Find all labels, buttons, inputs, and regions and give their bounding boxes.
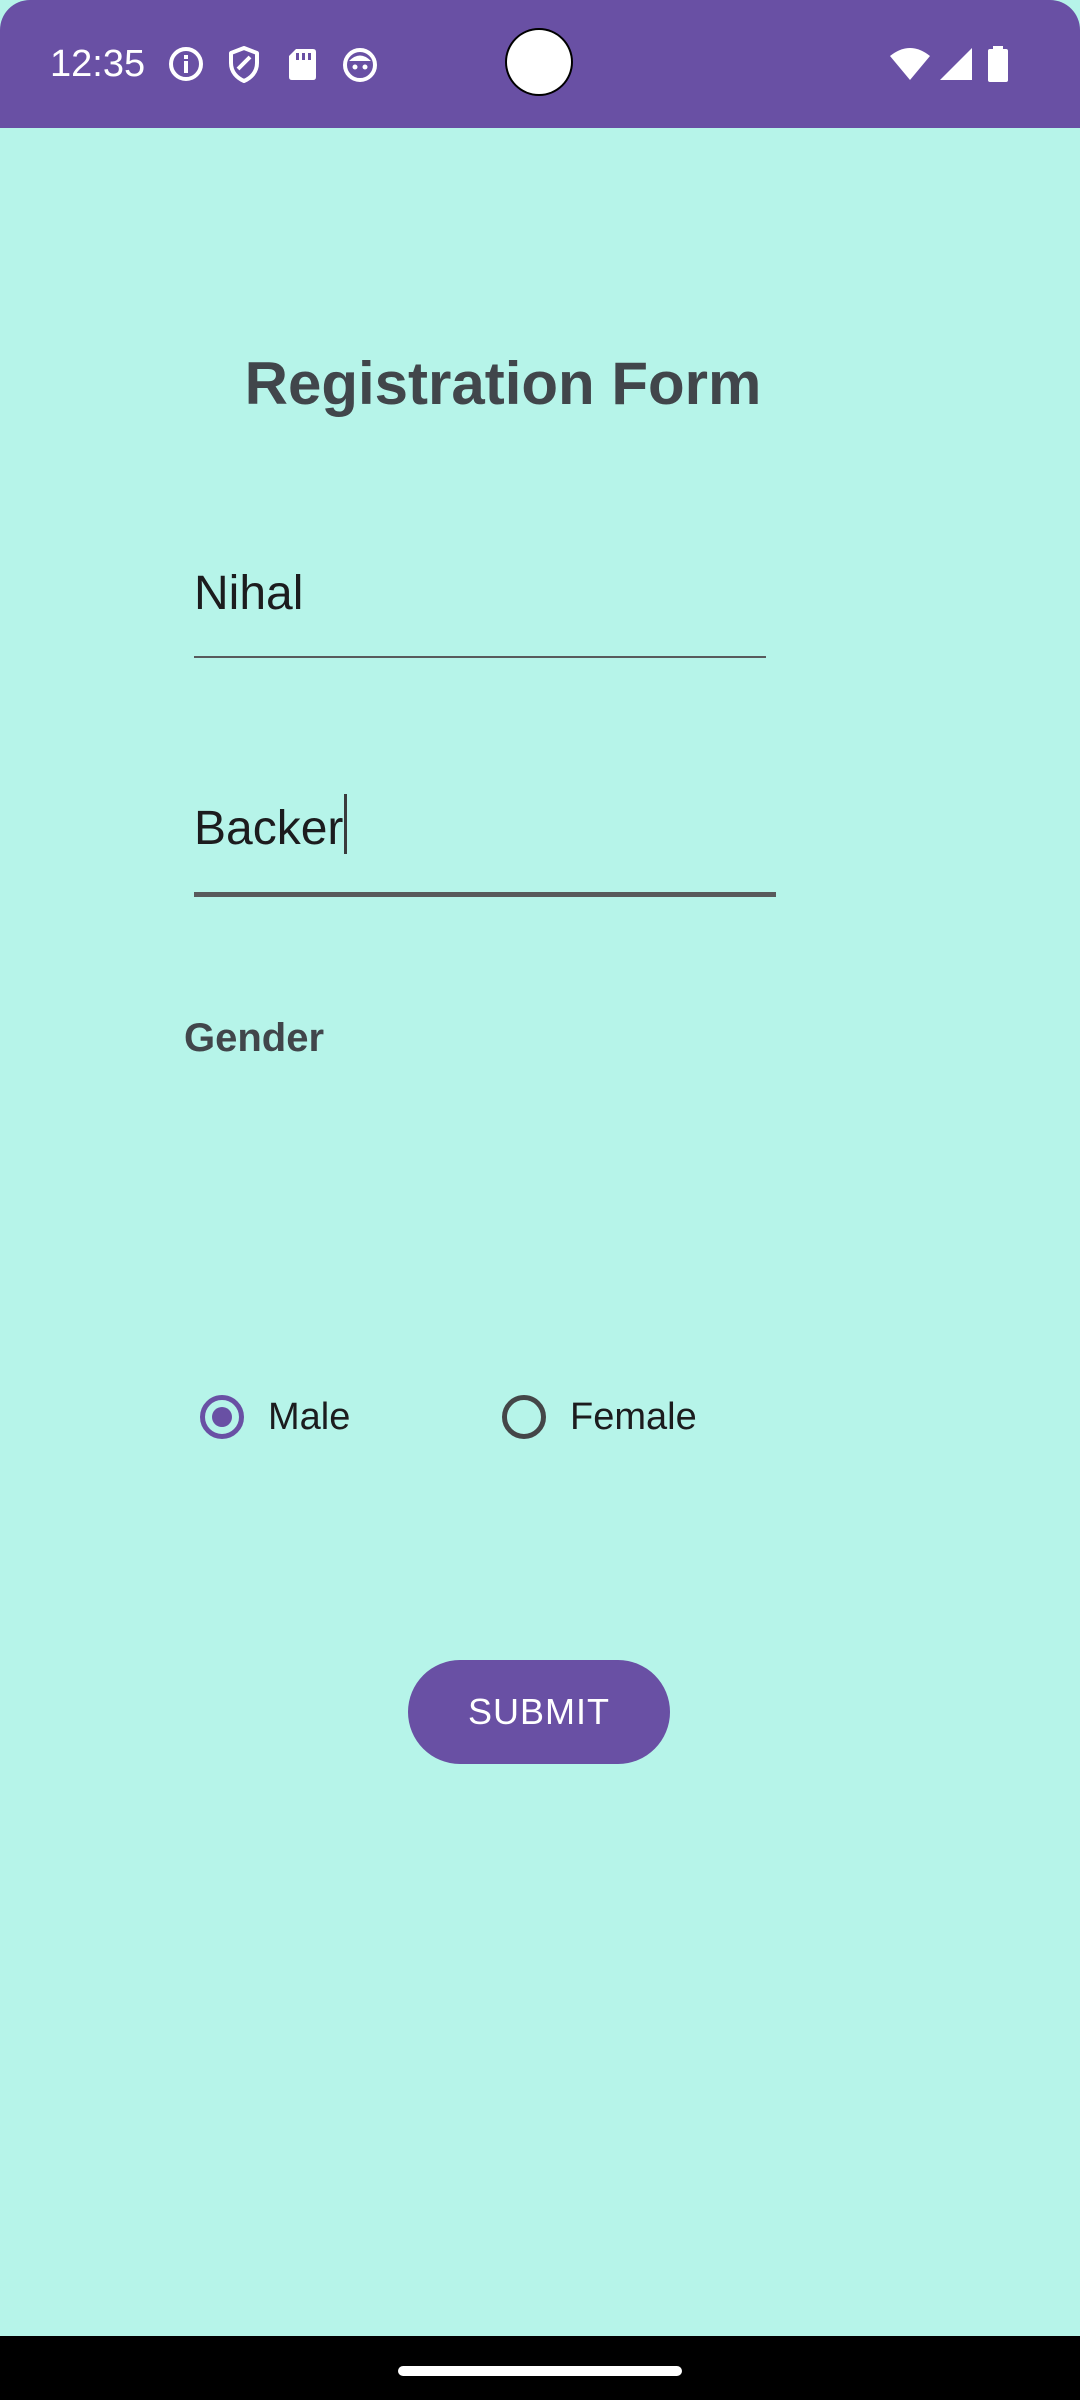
status-bar: 12:35 [0,0,1080,128]
radio-label-female: Female [570,1395,697,1438]
sd-card-icon [289,49,316,80]
submit-button[interactable]: SUBMIT [408,1660,670,1764]
radio-label-male: Male [268,1395,351,1438]
last-name-field[interactable]: Backer [194,794,776,897]
first-name-value: Nihal [194,567,304,620]
radio-button-checked[interactable] [200,1395,244,1439]
last-name-value: Backer [194,802,344,855]
status-time: 12:35 [50,43,146,85]
radio-button-unchecked[interactable] [502,1395,546,1439]
registration-screen: Registration Form Nihal Backer Gender Ma… [0,128,1080,2336]
info-icon [169,47,203,81]
page-title: Registration Form [244,350,762,417]
home-gesture-handle[interactable] [398,2366,682,2376]
radio-female[interactable]: Female [502,1390,697,1444]
radio-male[interactable]: Male [200,1390,350,1444]
cellular-signal-icon [940,48,972,80]
gender-label: Gender [184,1016,325,1060]
shield-icon [229,46,259,83]
text-cursor [344,794,348,854]
android-face-icon [343,48,377,82]
wifi-icon [890,48,930,80]
battery-icon [988,46,1008,82]
front-camera-cutout [507,30,571,94]
first-name-field[interactable]: Nihal [194,562,766,658]
